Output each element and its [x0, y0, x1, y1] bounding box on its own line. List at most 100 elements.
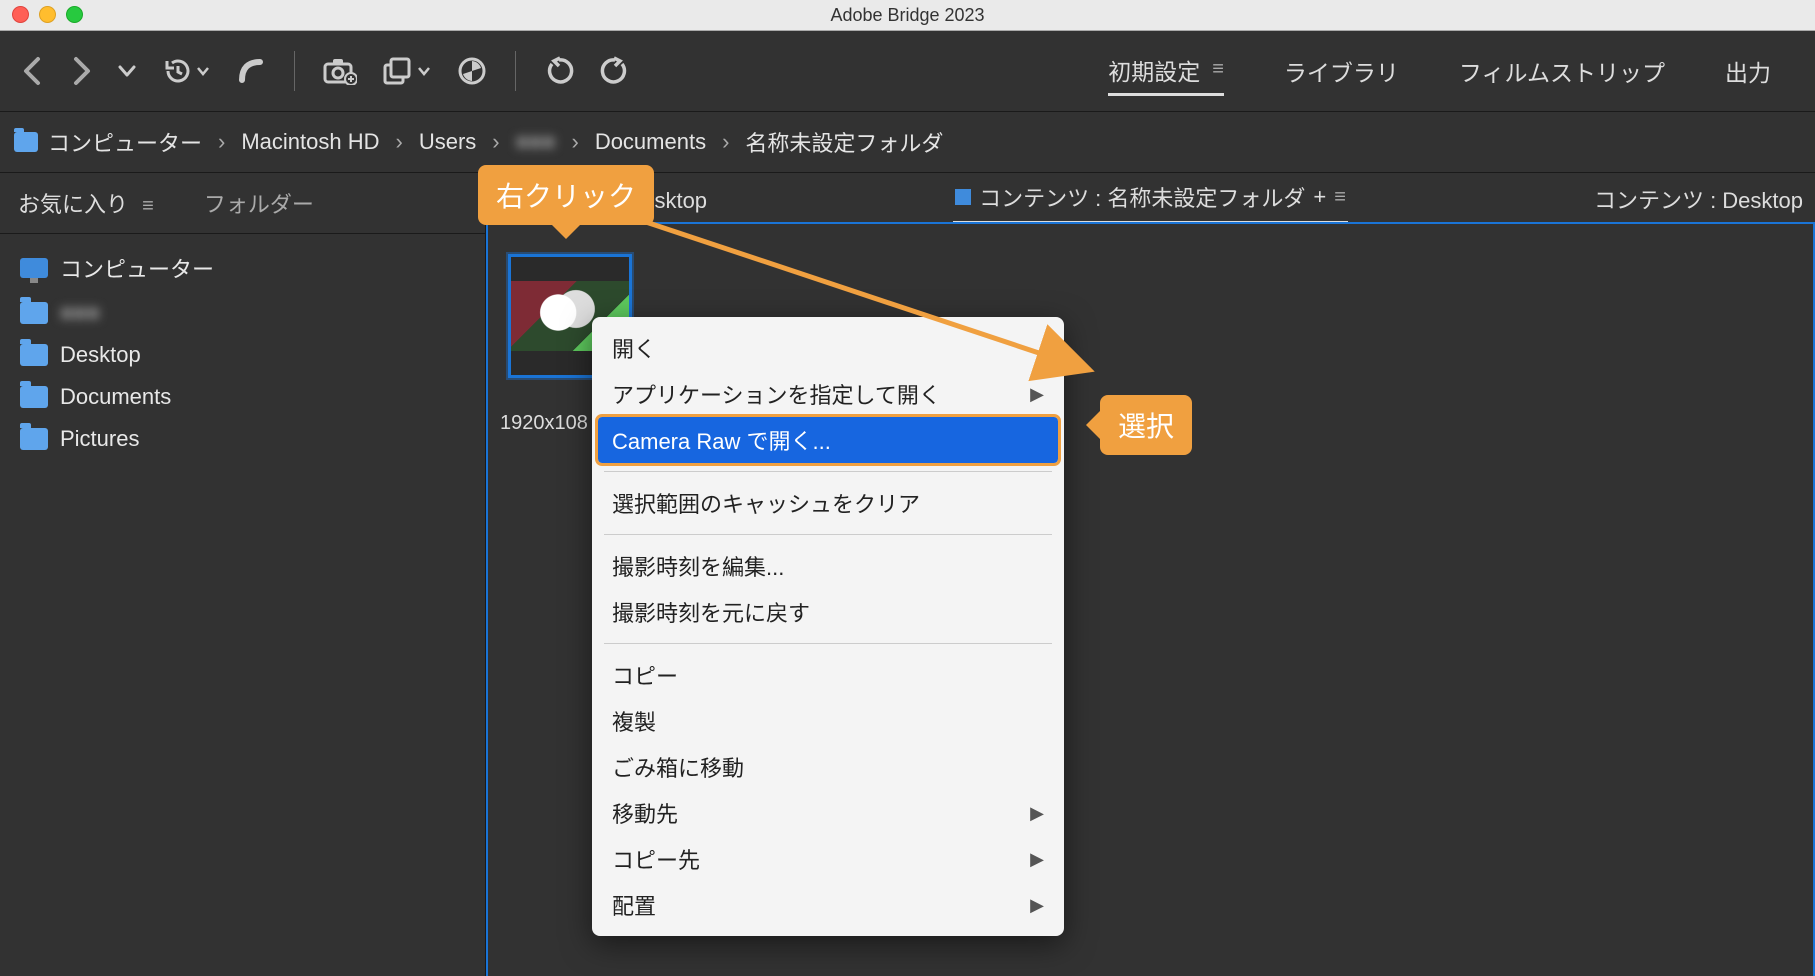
content-tabbar: コンテンツ : Desktop コンテンツ : 名称未設定フォルダ + ≡ コン…: [486, 173, 1815, 224]
zoom-window-button[interactable]: [66, 6, 83, 23]
toolbar-separator: [294, 51, 295, 91]
ctx-open[interactable]: 開く: [592, 325, 1064, 371]
ctx-duplicate[interactable]: 複製: [592, 698, 1064, 744]
ctx-trash[interactable]: ごみ箱に移動: [592, 744, 1064, 790]
content-tab-label: コンテンツ : 名称未設定フォルダ: [979, 181, 1305, 213]
ctx-open-with[interactable]: アプリケーションを指定して開く ▶: [592, 371, 1064, 417]
camera-import-button[interactable]: [315, 51, 365, 91]
favorites-item-documents[interactable]: Documents: [10, 376, 475, 418]
context-menu: 開く アプリケーションを指定して開く ▶ Camera Raw で開く... 選…: [592, 317, 1064, 936]
content-tab-label: コンテンツ : Desktop: [1594, 183, 1803, 215]
ctx-clear-cache[interactable]: 選択範囲のキャッシュをクリア: [592, 480, 1064, 526]
workspace-output[interactable]: 出力: [1725, 47, 1771, 96]
computer-icon: [20, 258, 48, 278]
favorites-list: コンピューター ■■■ Desktop Documents Pictures: [0, 234, 485, 470]
window-title: Adobe Bridge 2023: [830, 5, 984, 26]
breadcrumb-root[interactable]: コンピューター: [48, 126, 202, 158]
breadcrumb-item[interactable]: 名称未設定フォルダ: [745, 126, 943, 158]
toolbar: 初期設定 ≡ ライブラリ フィルムストリップ 出力: [0, 31, 1815, 112]
breadcrumb-item[interactable]: Users: [419, 129, 476, 155]
nav-dropdown-button[interactable]: [110, 59, 144, 83]
ctx-item-label: 移動先: [612, 797, 678, 829]
folder-icon: [14, 132, 38, 152]
rotate-cw-button[interactable]: [592, 50, 638, 92]
workspace-label: ライブラリ: [1284, 54, 1399, 88]
favorites-item-desktop[interactable]: Desktop: [10, 334, 475, 376]
minimize-window-button[interactable]: [39, 6, 56, 23]
ctx-item-label: アプリケーションを指定して開く: [612, 378, 941, 410]
chevron-right-icon: ›: [565, 129, 584, 155]
breadcrumb-item[interactable]: Macintosh HD: [241, 129, 379, 155]
breadcrumb-item[interactable]: Documents: [595, 129, 706, 155]
favorites-item-home[interactable]: ■■■: [10, 292, 475, 334]
ctx-copy[interactable]: コピー: [592, 652, 1064, 698]
ctx-place[interactable]: 配置 ▶: [592, 882, 1064, 928]
folder-icon: [20, 344, 48, 366]
close-window-button[interactable]: [12, 6, 29, 23]
ctx-item-label: 配置: [612, 889, 656, 921]
folder-icon: [20, 302, 48, 324]
workspace-label: 出力: [1725, 54, 1771, 88]
content-tab-active[interactable]: コンテンツ : 名称未設定フォルダ + ≡: [953, 175, 1348, 223]
sidebar-tab-folders[interactable]: フォルダー: [204, 187, 314, 219]
favorites-label: ■■■: [60, 300, 100, 326]
sidebar: お気に入り ≡ フォルダー コンピューター ■■■ Desktop Docume…: [0, 173, 486, 976]
ctx-item-label: 撮影時刻を元に戻す: [612, 596, 810, 628]
toolbar-separator: [515, 51, 516, 91]
favorites-label: Desktop: [60, 342, 141, 368]
breadcrumb-item[interactable]: ■■■: [516, 129, 556, 155]
sidebar-tab-favorites[interactable]: お気に入り ≡: [18, 187, 154, 219]
sidebar-tab-label: お気に入り: [18, 192, 128, 217]
panel-menu-icon[interactable]: ≡: [1334, 186, 1346, 209]
ctx-revert-time[interactable]: 撮影時刻を元に戻す: [592, 589, 1064, 635]
workspace-switcher: 初期設定 ≡ ライブラリ フィルムストリップ 出力: [1108, 47, 1801, 96]
ctx-item-label: ごみ箱に移動: [612, 751, 744, 783]
recent-button[interactable]: [154, 50, 218, 92]
nav-back-button[interactable]: [14, 50, 52, 92]
favorites-label: コンピューター: [60, 252, 214, 284]
ctx-separator: [604, 471, 1052, 472]
path-bar: コンピューター › Macintosh HD › Users › ■■■ › D…: [0, 112, 1815, 173]
workspace-label: フィルムストリップ: [1459, 54, 1665, 88]
ctx-item-label: 撮影時刻を編集...: [612, 550, 784, 582]
folder-icon: [20, 428, 48, 450]
favorites-item-computer[interactable]: コンピューター: [10, 244, 475, 292]
chevron-right-icon: ›: [716, 129, 735, 155]
workspace-menu-icon[interactable]: ≡: [1212, 58, 1224, 81]
workspace-label: 初期設定: [1108, 53, 1200, 87]
workspace-essentials[interactable]: 初期設定 ≡: [1108, 47, 1224, 96]
workspace-filmstrip[interactable]: フィルムストリップ: [1459, 47, 1665, 96]
tab-plus-icon[interactable]: +: [1313, 184, 1326, 210]
ctx-copy-to[interactable]: コピー先 ▶: [592, 836, 1064, 882]
favorites-label: Documents: [60, 384, 171, 410]
rotate-ccw-button[interactable]: [536, 50, 582, 92]
sidebar-tabs: お気に入り ≡ フォルダー: [0, 173, 485, 234]
thumbnail-dimensions-label: 1920x108: [500, 412, 588, 435]
ctx-separator: [604, 643, 1052, 644]
boomerang-icon[interactable]: [228, 50, 274, 92]
ctx-move-to[interactable]: 移動先 ▶: [592, 790, 1064, 836]
ctx-separator: [604, 534, 1052, 535]
favorites-item-pictures[interactable]: Pictures: [10, 418, 475, 460]
batch-button[interactable]: [375, 51, 439, 91]
workspace-library[interactable]: ライブラリ: [1284, 47, 1399, 96]
window-controls: [12, 6, 83, 23]
camera-raw-button[interactable]: [449, 50, 495, 92]
annotation-select: 選択: [1100, 395, 1192, 455]
ctx-item-label: コピー: [612, 659, 678, 691]
chevron-right-icon: ›: [486, 129, 505, 155]
ctx-edit-time[interactable]: 撮影時刻を編集...: [592, 543, 1064, 589]
submenu-arrow-icon: ▶: [1030, 384, 1044, 405]
ctx-item-label: 選択範囲のキャッシュをクリア: [612, 487, 920, 519]
nav-forward-button[interactable]: [62, 50, 100, 92]
panel-menu-icon[interactable]: ≡: [142, 195, 154, 217]
annotation-right-click: 右クリック: [478, 165, 654, 225]
ctx-item-label: 複製: [612, 705, 656, 737]
content-tab[interactable]: コンテンツ : Desktop: [1592, 177, 1805, 223]
chevron-right-icon: ›: [390, 129, 409, 155]
ctx-open-camera-raw[interactable]: Camera Raw で開く...: [598, 417, 1058, 463]
submenu-arrow-icon: ▶: [1030, 803, 1044, 824]
folder-icon: [20, 386, 48, 408]
favorites-label: Pictures: [60, 426, 139, 452]
ctx-item-label: 開く: [612, 332, 656, 364]
